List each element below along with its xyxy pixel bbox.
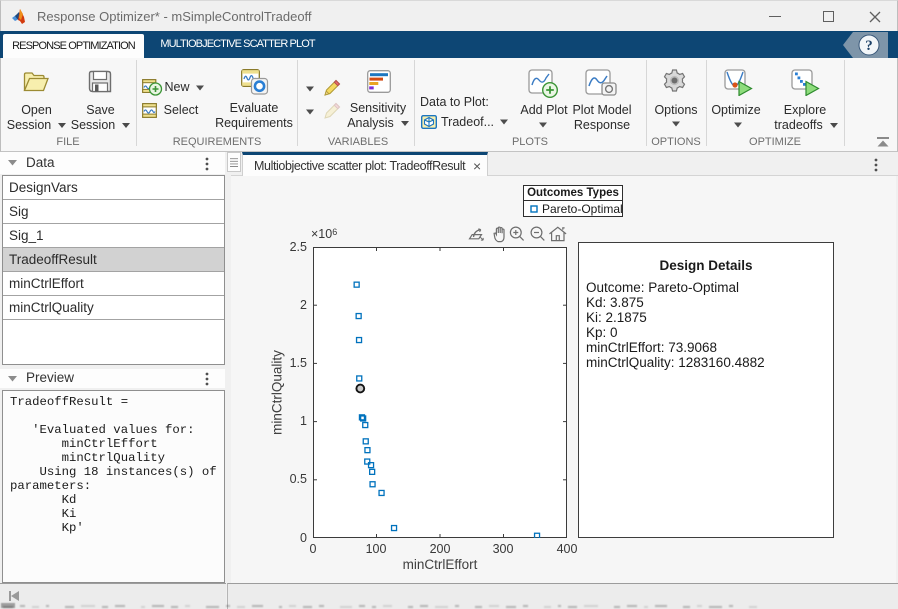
- svg-text:?: ?: [865, 38, 873, 54]
